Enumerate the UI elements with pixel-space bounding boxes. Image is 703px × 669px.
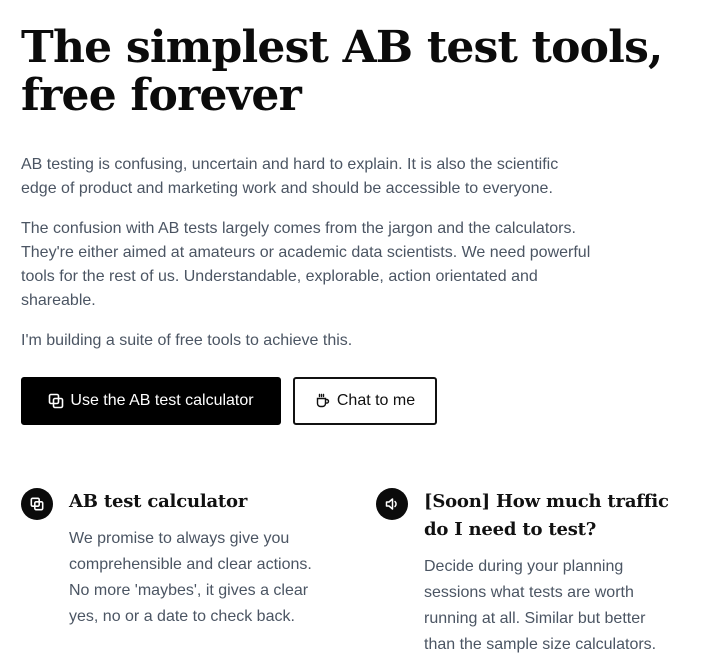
ab-test-calculator-button-label: Use the AB test calculator (70, 392, 254, 409)
chat-to-me-button[interactable]: Chat to me (293, 377, 437, 425)
speaker-icon (384, 496, 400, 512)
intro-paragraph-2: The confusion with AB tests largely come… (21, 220, 591, 309)
feature-title: AB test calculator (69, 491, 248, 512)
coffee-cup-icon (315, 393, 331, 409)
ab-test-calculator-button[interactable]: Use the AB test calculator (21, 377, 281, 425)
chat-to-me-button-label: Chat to me (336, 392, 416, 409)
copy-squares-icon (30, 497, 44, 511)
page-title: The simplest AB test tools, free forever (21, 22, 663, 121)
copy-squares-icon (48, 393, 64, 409)
feature-badge (21, 488, 53, 520)
feature-description: We promise to always give you comprehens… (69, 530, 312, 625)
intro-paragraph-1: AB testing is confusing, uncertain and h… (21, 156, 559, 197)
feature-badge (376, 488, 408, 520)
intro-paragraph-3: I'm building a suite of free tools to ac… (21, 332, 353, 349)
feature-description: Decide during your planning sessions wha… (424, 558, 657, 653)
feature-title: [Soon] How much traffic do I need to tes… (424, 491, 669, 540)
